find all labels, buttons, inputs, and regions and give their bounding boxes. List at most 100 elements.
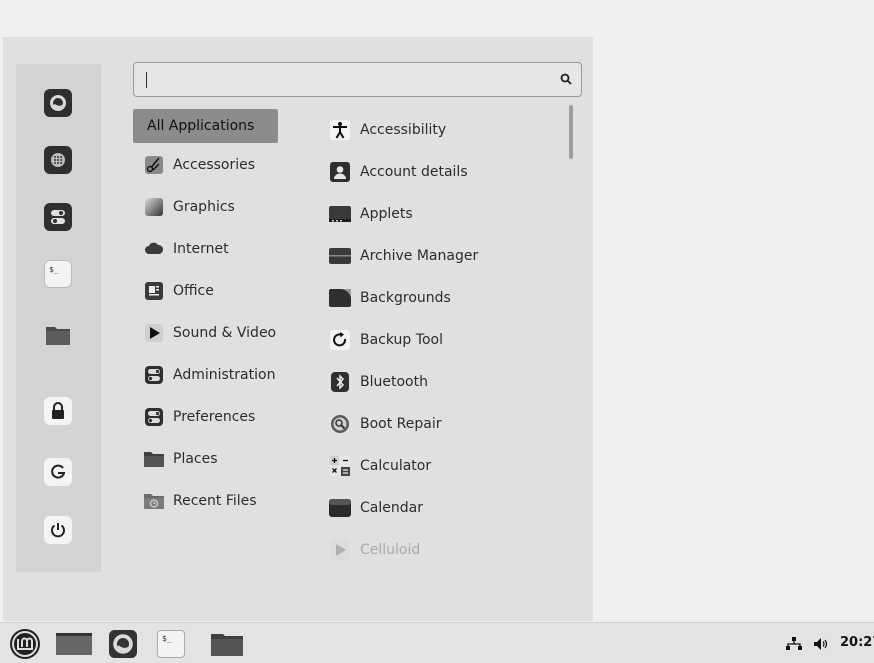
graphics-icon	[143, 196, 165, 218]
category-office[interactable]: Office	[133, 274, 278, 308]
show-desktop-button[interactable]	[54, 627, 94, 661]
application-menu: $_ All Applications Accessories Graphics…	[3, 37, 593, 621]
clock[interactable]: 20:27	[840, 635, 874, 650]
favorite-files-button[interactable]	[44, 321, 72, 349]
taskbar-files-button[interactable]	[208, 627, 246, 661]
app-list-scrollbar[interactable]	[569, 105, 573, 159]
office-icon	[143, 280, 165, 302]
category-label: Graphics	[173, 199, 235, 215]
terminal-glyph: $_	[162, 634, 172, 643]
app-label: Bluetooth	[360, 374, 428, 390]
app-backgrounds[interactable]: Backgrounds	[329, 281, 559, 315]
admin-toggle-icon	[143, 364, 165, 386]
app-backup-tool[interactable]: Backup Tool	[329, 323, 559, 357]
terminal-icon: $_	[49, 265, 59, 274]
app-label: Accessibility	[360, 122, 447, 138]
backgrounds-icon	[329, 287, 351, 309]
menu-button[interactable]	[6, 627, 44, 661]
settings-toggle-icon	[51, 210, 65, 224]
logout-button[interactable]	[44, 458, 72, 486]
category-label: Places	[173, 451, 218, 467]
taskbar: $_ 20:27	[0, 622, 874, 663]
firefox-icon	[109, 630, 137, 658]
power-button[interactable]	[44, 516, 72, 544]
search-icon[interactable]	[560, 73, 572, 85]
favorite-system-settings-button[interactable]	[44, 203, 72, 231]
category-label: All Applications	[147, 118, 255, 134]
category-graphics[interactable]: Graphics	[133, 190, 278, 224]
app-bluetooth[interactable]: Bluetooth	[329, 365, 559, 399]
favorite-software-manager-button[interactable]	[44, 146, 72, 174]
accessibility-icon	[329, 119, 351, 141]
app-applets[interactable]: Applets	[329, 197, 559, 231]
app-calendar[interactable]: Calendar	[329, 491, 559, 525]
category-sound-video[interactable]: Sound & Video	[133, 316, 278, 350]
app-label: Backgrounds	[360, 290, 451, 306]
search-box[interactable]	[133, 62, 582, 97]
app-celluloid[interactable]: Celluloid	[329, 533, 559, 567]
app-label: Boot Repair	[360, 416, 442, 432]
app-label: Archive Manager	[360, 248, 479, 264]
terminal-icon: $_	[157, 630, 185, 658]
app-label: Calculator	[360, 458, 432, 474]
category-accessories[interactable]: Accessories	[133, 148, 278, 182]
play-icon	[143, 322, 165, 344]
category-label: Office	[173, 283, 214, 299]
scissors-icon	[143, 154, 165, 176]
logout-icon	[51, 464, 66, 479]
applets-icon	[329, 203, 351, 225]
calculator-icon	[329, 455, 351, 477]
taskbar-terminal-button[interactable]: $_	[154, 627, 188, 661]
desktop-icon	[56, 633, 92, 655]
category-label: Preferences	[173, 409, 256, 425]
category-all-applications[interactable]: All Applications	[133, 109, 278, 143]
archive-icon	[329, 245, 351, 267]
celluloid-icon	[329, 539, 351, 561]
folder-icon	[211, 634, 243, 656]
category-label: Internet	[173, 241, 229, 257]
network-button[interactable]	[785, 627, 803, 661]
app-label: Backup Tool	[360, 332, 443, 348]
boot-repair-icon	[329, 413, 351, 435]
category-recent-files[interactable]: Recent Files	[133, 484, 278, 518]
category-places[interactable]: Places	[133, 442, 278, 476]
cloud-icon	[143, 238, 165, 260]
taskbar-firefox-button[interactable]	[106, 627, 140, 661]
search-input[interactable]	[142, 69, 542, 91]
favorite-terminal-button[interactable]: $_	[44, 260, 72, 288]
app-label: Calendar	[360, 500, 423, 516]
firefox-icon	[50, 95, 66, 111]
app-boot-repair[interactable]: Boot Repair	[329, 407, 559, 441]
category-internet[interactable]: Internet	[133, 232, 278, 266]
app-archive-manager[interactable]: Archive Manager	[329, 239, 559, 273]
app-account-details[interactable]: Account details	[329, 155, 559, 189]
folder-icon	[46, 327, 70, 345]
lock-icon	[52, 402, 64, 419]
calendar-icon	[329, 497, 351, 519]
mint-logo-icon	[10, 629, 40, 659]
folder-icon	[143, 448, 165, 470]
recent-folder-icon	[143, 490, 165, 512]
speaker-icon	[814, 638, 828, 650]
preferences-toggle-icon	[143, 406, 165, 428]
category-administration[interactable]: Administration	[133, 358, 278, 392]
backup-icon	[329, 329, 351, 351]
favorites-sidebar: $_	[16, 64, 101, 572]
network-icon	[786, 637, 802, 650]
power-icon	[51, 523, 65, 538]
app-label: Applets	[360, 206, 413, 222]
volume-button[interactable]	[812, 627, 830, 661]
category-label: Sound & Video	[173, 325, 277, 341]
category-preferences[interactable]: Preferences	[133, 400, 278, 434]
favorite-firefox-button[interactable]	[44, 89, 72, 117]
category-label: Accessories	[173, 157, 256, 173]
category-label: Administration	[173, 367, 276, 383]
app-calculator[interactable]: Calculator	[329, 449, 559, 483]
lock-screen-button[interactable]	[44, 397, 72, 425]
bluetooth-icon	[329, 371, 351, 393]
app-label: Celluloid	[360, 542, 421, 558]
user-icon	[329, 161, 351, 183]
app-accessibility[interactable]: Accessibility	[329, 113, 559, 147]
software-manager-icon	[51, 153, 65, 167]
category-label: Recent Files	[173, 493, 257, 509]
